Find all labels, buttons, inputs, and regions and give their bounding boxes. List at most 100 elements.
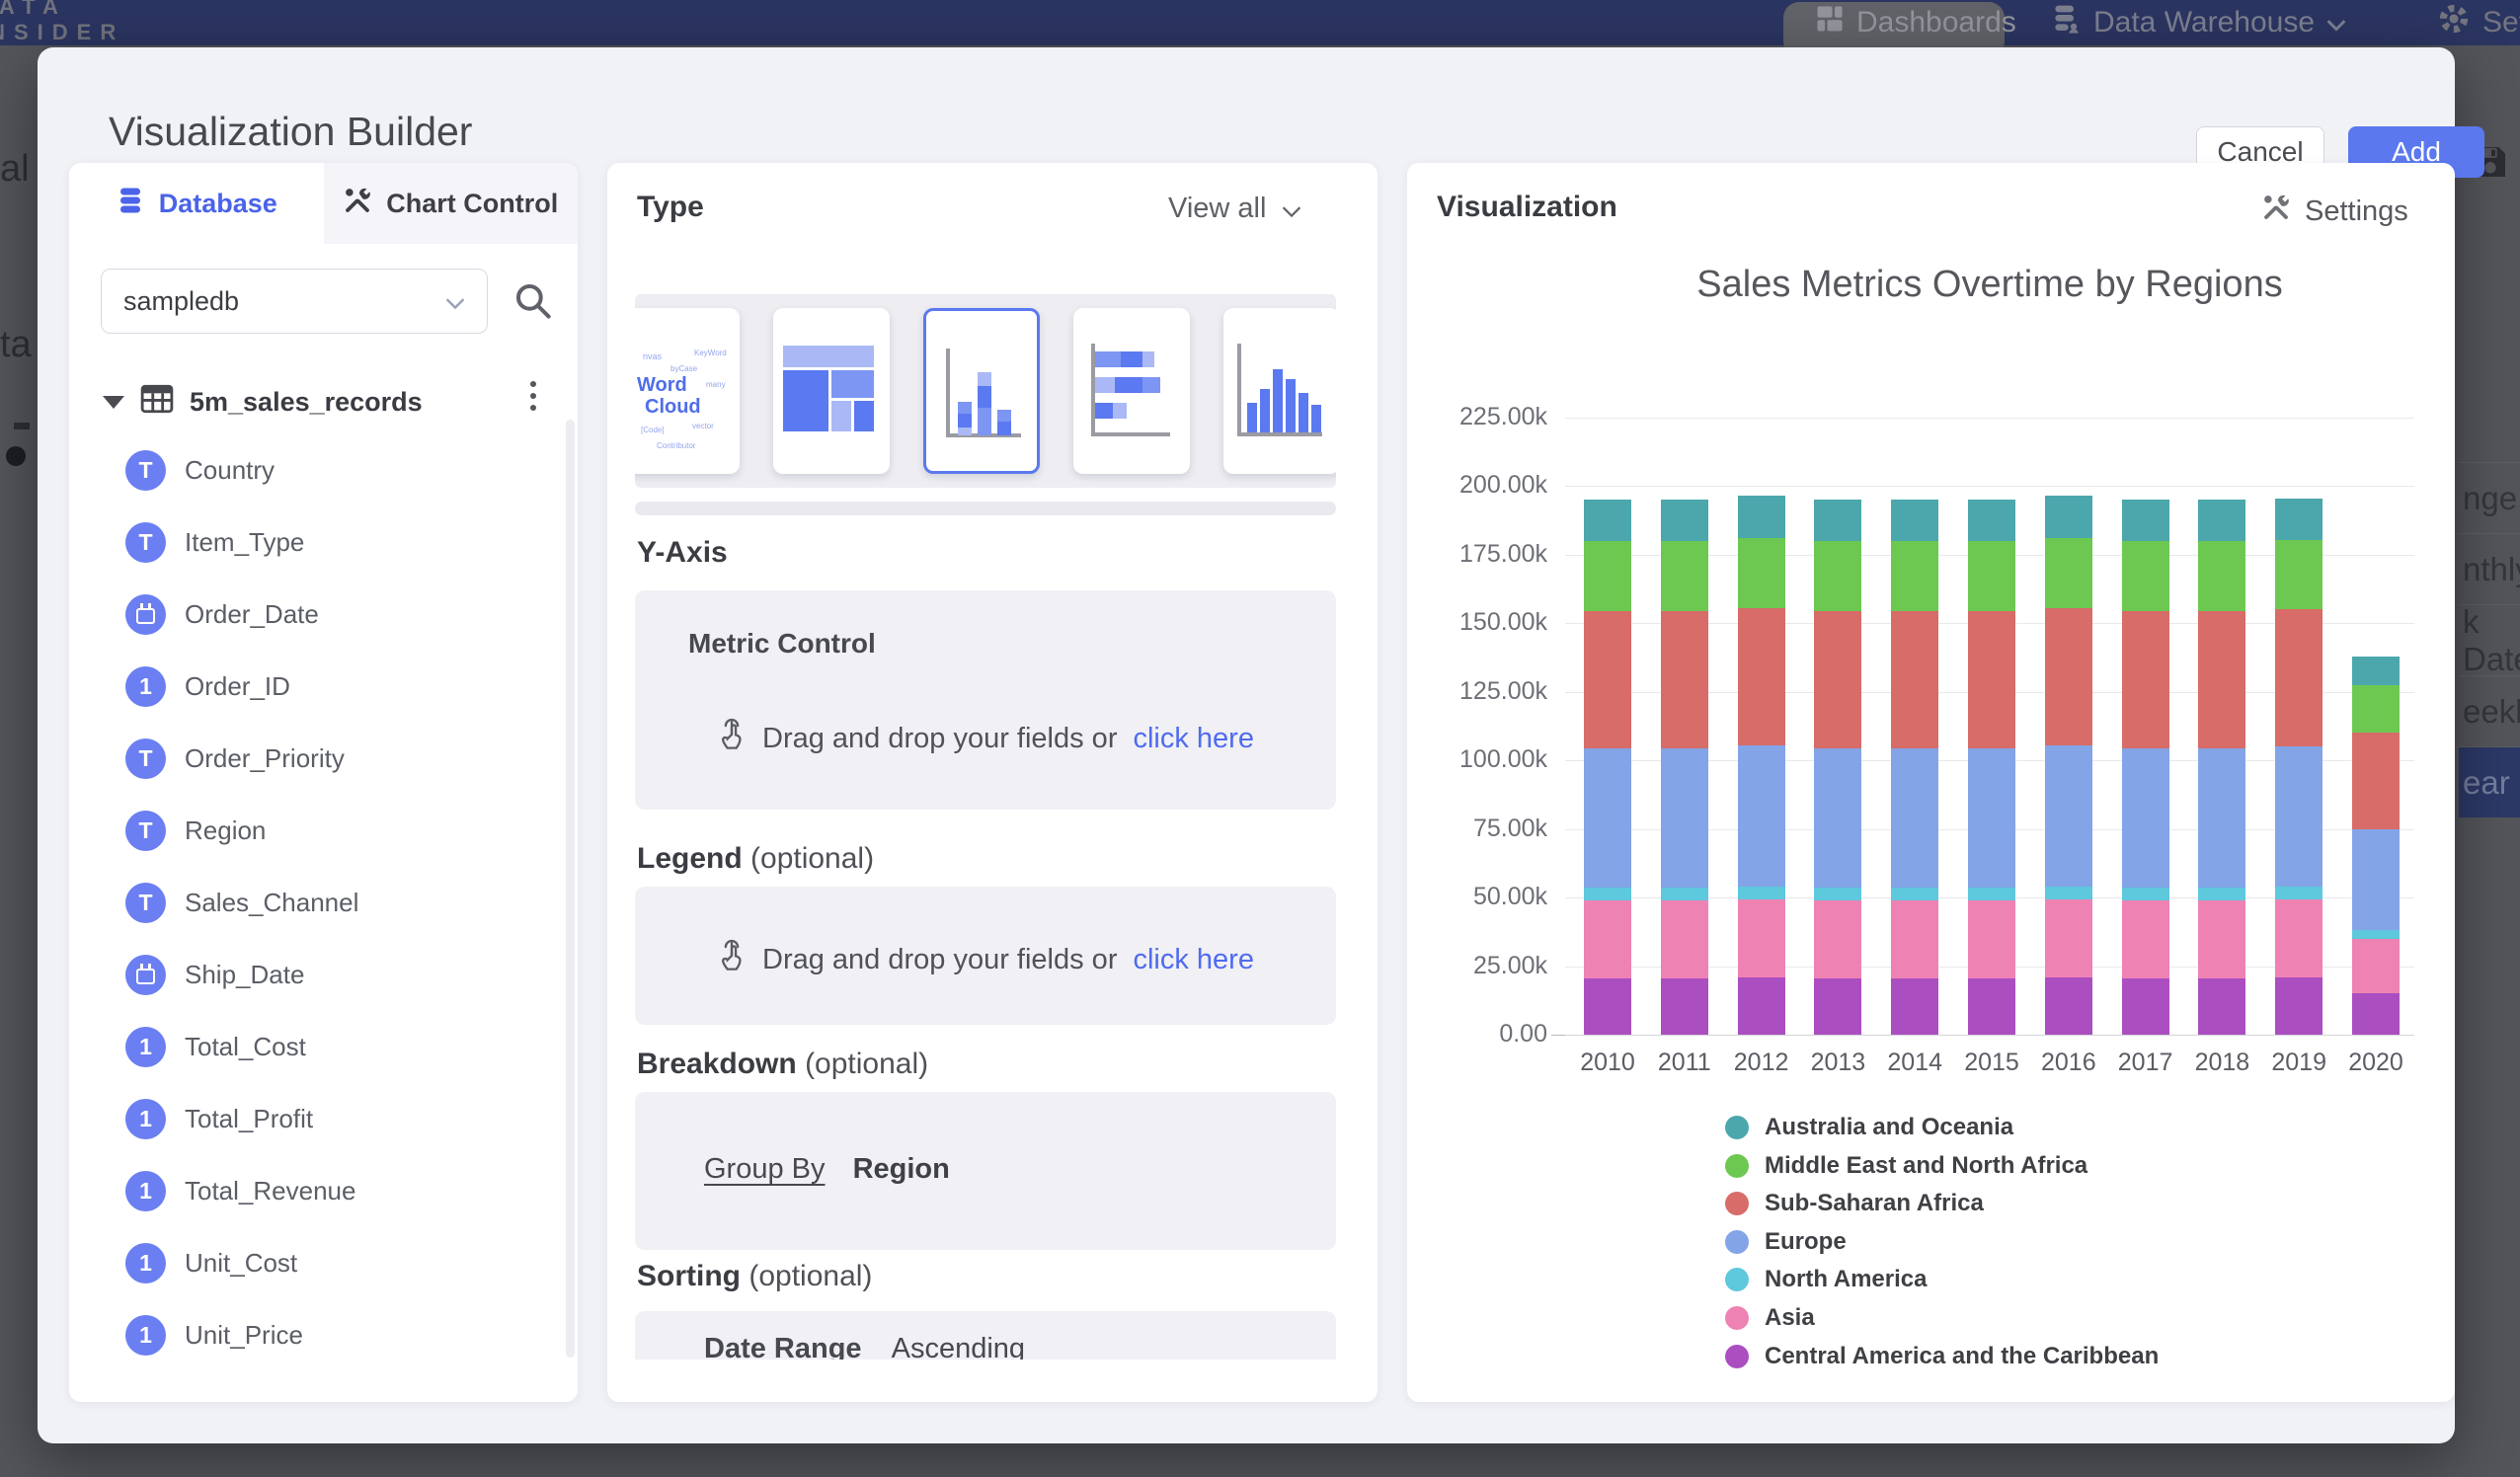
background-menu-item[interactable]: nthly xyxy=(2459,533,2520,604)
caret-down-icon[interactable] xyxy=(103,396,124,409)
field-item-sales_channel[interactable]: TSales_Channel xyxy=(69,867,578,939)
group-by-label[interactable]: Group By xyxy=(704,1153,826,1185)
bar-segment xyxy=(1738,887,1785,899)
field-item-order_priority[interactable]: TOrder_Priority xyxy=(69,723,578,795)
database-select-value: sampledb xyxy=(123,286,239,317)
metric-control-dropzone[interactable]: Metric Control Drag and drop your fields… xyxy=(635,590,1336,810)
tap-hand-icon xyxy=(717,717,747,760)
click-here-link[interactable]: click here xyxy=(1133,723,1254,755)
breakdown-section-title: Breakdown (optional) xyxy=(637,1048,928,1081)
field-label: Order_Priority xyxy=(185,743,345,774)
view-all-dropdown[interactable]: View all xyxy=(1168,193,1301,225)
nav-item-dashboards[interactable]: Dashboards xyxy=(1815,0,2016,45)
bar-segment xyxy=(1584,611,1631,748)
field-item-order_id[interactable]: 1 Order_ID xyxy=(69,651,578,723)
database-panel: Database Chart Control sampledb xyxy=(69,163,578,1402)
bar-segment xyxy=(1968,748,2015,889)
chart-type-treemap[interactable] xyxy=(773,308,890,474)
legend-label: Australia and Oceania xyxy=(1765,1114,2013,1141)
bar-segment xyxy=(1891,500,1938,541)
legend-dropzone[interactable]: Drag and drop your fields or click here xyxy=(635,887,1336,1025)
chart-type-word-cloud[interactable]: nvas KeyWord byCase Word many Cloud [Cod… xyxy=(635,308,740,474)
field-item-country[interactable]: TCountry xyxy=(69,434,578,506)
x-axis-tick-label: 2016 xyxy=(2024,1049,2113,1077)
sorting-box[interactable]: Date Range Ascending xyxy=(635,1311,1336,1360)
nav-label: Settings xyxy=(2482,6,2520,39)
bar-segment xyxy=(1968,611,2015,748)
legend-item[interactable]: Sub-Saharan Africa xyxy=(1725,1190,1984,1217)
table-tree-header[interactable]: 5m_sales_records xyxy=(103,382,423,423)
bar-segment xyxy=(2122,500,2169,541)
field-label: Ship_Date xyxy=(185,960,304,990)
legend-dot xyxy=(1725,1192,1749,1215)
legend-item[interactable]: Europe xyxy=(1725,1228,1847,1256)
bar-segment xyxy=(2275,499,2323,540)
background-menu-item[interactable]: eekly xyxy=(2459,675,2520,746)
field-item-region[interactable]: TRegion xyxy=(69,795,578,867)
nav-label: Dashboards xyxy=(1856,6,2016,39)
field-item-unit_cost[interactable]: 1Unit_Cost xyxy=(69,1227,578,1299)
bar-segment xyxy=(2352,993,2400,1035)
metric-control-title: Metric Control xyxy=(688,628,876,660)
chart-type-stacked-column[interactable] xyxy=(923,308,1040,474)
bar-segment xyxy=(2198,748,2245,889)
background-menu-item[interactable]: ear xyxy=(2459,746,2520,817)
type-strip-scrollbar[interactable] xyxy=(635,502,1336,515)
database-select[interactable]: sampledb xyxy=(101,269,488,334)
stacked-bar-2016 xyxy=(2045,496,2092,1035)
x-axis-tick-label: 2011 xyxy=(1640,1049,1729,1077)
settings-button[interactable]: Settings xyxy=(2261,193,2408,230)
click-here-link[interactable]: click here xyxy=(1133,944,1254,976)
background-menu-item[interactable]: k Date xyxy=(2459,604,2520,675)
background-menu-item[interactable]: nge xyxy=(2459,462,2520,533)
x-axis-tick-label: 2012 xyxy=(1717,1049,1806,1077)
bar-segment xyxy=(1814,900,1861,978)
background-text-fragment: ta xyxy=(0,324,32,366)
bar-segment xyxy=(2352,685,2400,734)
background-bullet-fragment xyxy=(6,446,26,466)
bar-segment xyxy=(2198,500,2245,541)
tab-database[interactable]: Database xyxy=(69,163,324,244)
field-item-total_cost[interactable]: 1Total_Cost xyxy=(69,1011,578,1083)
field-label: Total_Cost xyxy=(185,1032,306,1062)
chart-type-column[interactable] xyxy=(1223,308,1336,474)
y-axis-tick-label: 150.00k xyxy=(1429,608,1547,637)
sorting-direction: Ascending xyxy=(892,1333,1025,1360)
legend-label: Sub-Saharan Africa xyxy=(1765,1190,1984,1217)
field-item-order_date[interactable]: Order_Date xyxy=(69,579,578,651)
app-logo: DATA INSIDER xyxy=(0,0,124,45)
bar-segment xyxy=(1968,900,2015,978)
bar-segment xyxy=(2352,829,2400,931)
stacked-bar-2020 xyxy=(2352,657,2400,1035)
nav-item-data-warehouse[interactable]: Data Warehouse xyxy=(2050,0,2346,45)
legend-label: Europe xyxy=(1765,1228,1847,1256)
field-item-item_type[interactable]: TItem_Type xyxy=(69,506,578,579)
field-item-ship_date[interactable]: Ship_Date xyxy=(69,939,578,1011)
search-icon[interactable] xyxy=(512,279,555,323)
legend-item[interactable]: Asia xyxy=(1725,1304,1815,1332)
visualization-title: Visualization xyxy=(1437,191,1617,224)
nav-item-settings[interactable]: Settings xyxy=(2437,0,2520,45)
field-list-scrollbar[interactable] xyxy=(566,420,575,1358)
field-label: Order_ID xyxy=(185,671,290,702)
field-list: TCountryTItem_TypeOrder_Date 1 Order_ID TOr… xyxy=(69,434,578,1371)
y-axis-tick-label: 100.00k xyxy=(1429,745,1547,774)
background-dash-fragment xyxy=(14,423,30,429)
bar-segment xyxy=(1738,745,1785,887)
legend-item[interactable]: Middle East and North Africa xyxy=(1725,1152,2087,1180)
field-type-number-icon: 1 xyxy=(125,1099,166,1139)
legend-item[interactable]: Australia and Oceania xyxy=(1725,1114,2013,1141)
field-item-unit_price[interactable]: 1Unit_Price xyxy=(69,1299,578,1371)
legend-label: North America xyxy=(1765,1266,1927,1293)
table-menu-kebab-icon[interactable] xyxy=(513,374,553,418)
breakdown-box[interactable]: Group By Region xyxy=(635,1092,1336,1250)
chart-type-stacked-bar-horizontal[interactable] xyxy=(1073,308,1190,474)
field-item-total_revenue[interactable]: 1Total_Revenue xyxy=(69,1155,578,1227)
tab-chart-control[interactable]: Chart Control xyxy=(324,163,579,244)
legend-item[interactable]: Central America and the Caribbean xyxy=(1725,1343,2159,1370)
field-label: Total_Profit xyxy=(185,1104,313,1134)
bar-segment xyxy=(2198,888,2245,900)
field-item-total_profit[interactable]: 1 Total_Profit xyxy=(69,1083,578,1155)
field-type-number-icon: 1 xyxy=(125,666,166,707)
legend-item[interactable]: North America xyxy=(1725,1266,1927,1293)
